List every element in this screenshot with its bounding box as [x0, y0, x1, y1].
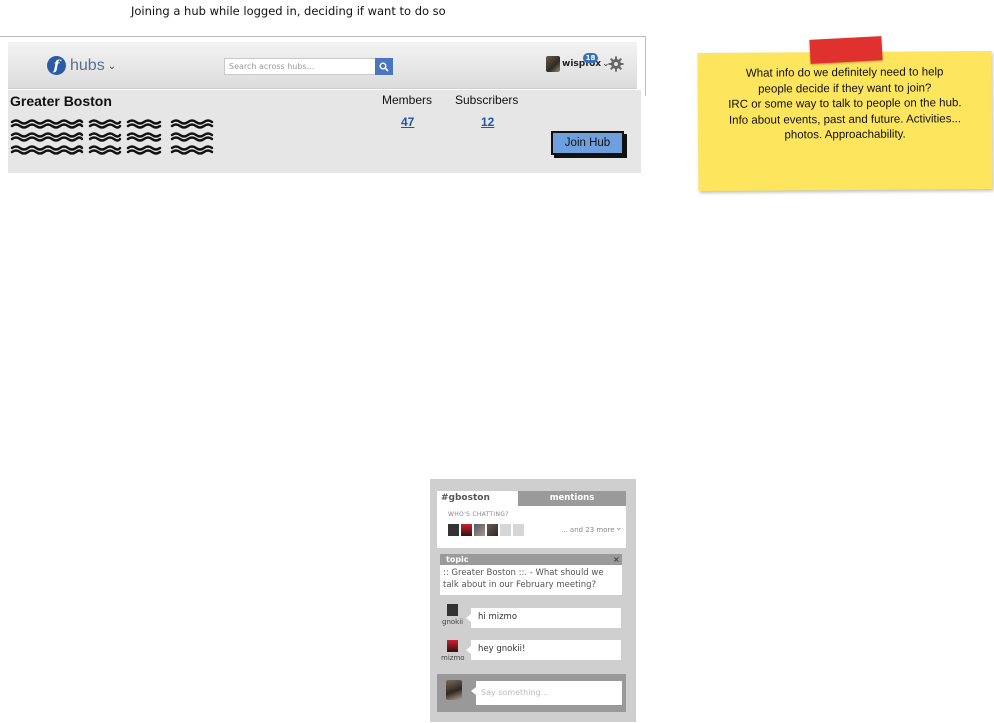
- more-chatters-link[interactable]: ... and 23 more: [561, 526, 615, 534]
- tab-mentions[interactable]: mentions: [518, 491, 626, 506]
- chatter-avatars: [448, 524, 524, 536]
- sticky-note: What info do we definitely need to help …: [697, 50, 993, 192]
- chevron-down-icon[interactable]: ⌄: [615, 523, 623, 533]
- chat-message: hi mizmo: [466, 608, 621, 628]
- gear-icon[interactable]: [608, 56, 624, 72]
- placeholder-description-scribble: [10, 119, 214, 155]
- avatar: [546, 56, 560, 72]
- chat-message-input[interactable]: Say something...: [471, 681, 622, 705]
- subscribers-count-link[interactable]: 12: [481, 115, 494, 129]
- members-count-link[interactable]: 47: [401, 115, 414, 129]
- sticky-note-text: What info do we definitely need to help …: [698, 65, 993, 145]
- members-label: Members: [382, 93, 433, 107]
- avatar[interactable]: [513, 524, 524, 536]
- tape-decoration: [809, 36, 883, 64]
- avatar: [446, 680, 462, 700]
- hubs-logo-menu[interactable]: f hubs ⌄: [47, 56, 116, 75]
- avatar[interactable]: [500, 524, 511, 536]
- hubs-header: f hubs ⌄ Search across hubs... wispfox ⌄…: [8, 42, 637, 89]
- avatar[interactable]: [487, 524, 498, 536]
- sticky-line: photos. Approachability.: [784, 128, 906, 142]
- hub-info-panel: Greater Boston Members Subscribers 47 12…: [8, 90, 641, 173]
- avatar[interactable]: [461, 524, 472, 536]
- notification-badge[interactable]: 18: [583, 53, 598, 63]
- topic-text: :: Greater Boston ::. - What should we t…: [440, 565, 622, 595]
- search-input[interactable]: Search across hubs...: [224, 58, 376, 75]
- frame-divider-right: [645, 36, 646, 96]
- page-caption: Joining a hub while logged in, deciding …: [131, 4, 446, 18]
- message-nick: gnokii: [442, 618, 464, 626]
- join-hub-button[interactable]: Join Hub: [551, 131, 624, 155]
- chat-input-area: Say something...: [437, 674, 626, 712]
- subscribers-label: Subscribers: [455, 93, 519, 107]
- search-icon: [379, 62, 389, 72]
- topic-header: topic: [440, 554, 622, 565]
- user-menu[interactable]: wispfox ⌄: [546, 56, 610, 72]
- message-nick: mizmo: [441, 654, 465, 662]
- chat-message: hey gnokii!: [466, 640, 621, 660]
- whos-chatting-label: WHO'S CHATTING?: [448, 511, 509, 518]
- search-button[interactable]: [375, 58, 393, 75]
- frame-divider: [0, 36, 646, 37]
- sticky-line: IRC or some way to talk to people on the…: [728, 97, 962, 111]
- sticky-line: Info about events, past and future. Acti…: [728, 112, 962, 127]
- hub-title: Greater Boston: [10, 93, 112, 109]
- avatar: [447, 604, 458, 616]
- chevron-down-icon: ⌄: [107, 61, 117, 72]
- avatar: [447, 640, 458, 652]
- logo-text: hubs: [70, 56, 105, 74]
- avatar[interactable]: [448, 524, 459, 536]
- avatar[interactable]: [474, 524, 485, 536]
- chat-widget: #gboston mentions WHO'S CHATTING? ... an…: [430, 479, 636, 722]
- fedora-logo-icon: f: [47, 56, 66, 75]
- tab-channel[interactable]: #gboston: [437, 491, 518, 506]
- close-icon[interactable]: ×: [613, 555, 620, 564]
- whos-chatting-panel: WHO'S CHATTING? ... and 23 more ⌄: [437, 506, 626, 548]
